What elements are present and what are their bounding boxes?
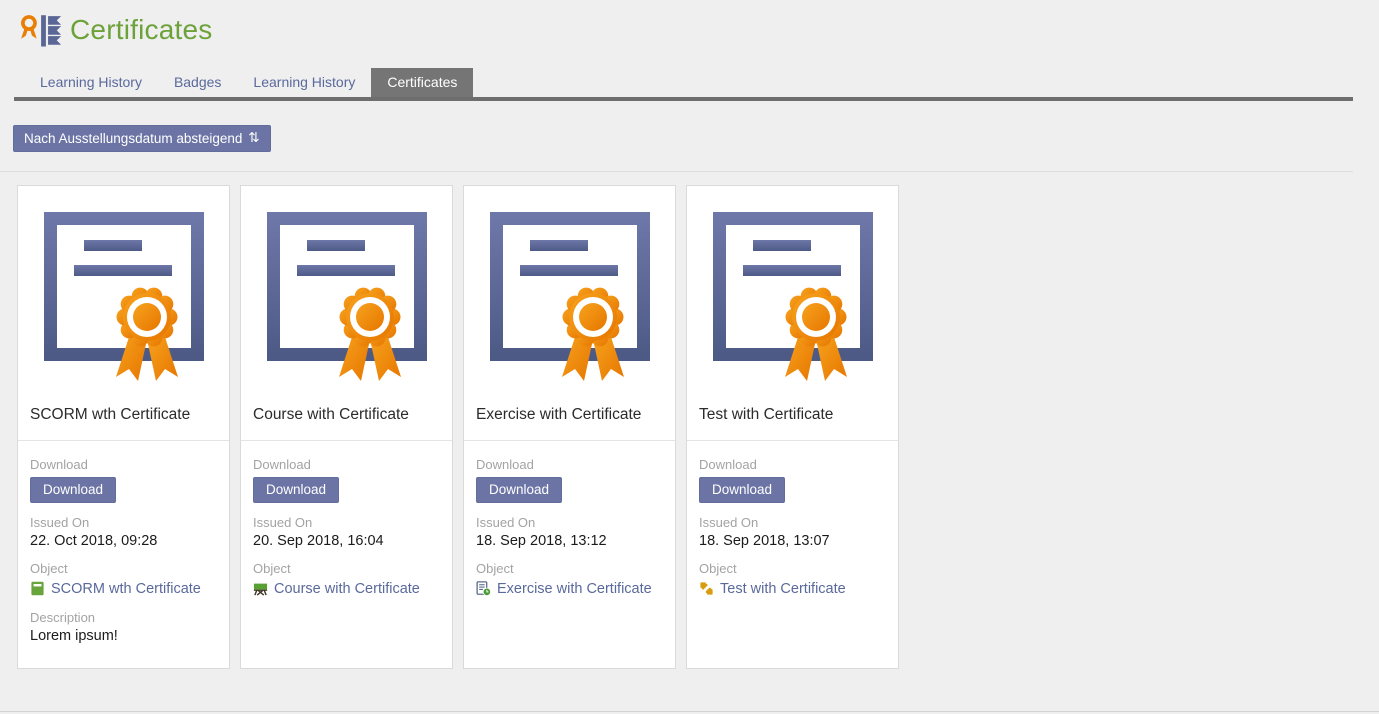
issued-on-label: Issued On [253,515,440,530]
description-value: Lorem ipsum! [30,628,217,644]
certificate-card: Exercise with Certificate Download Downl… [463,185,676,669]
object-label: Object [476,561,663,576]
certificate-card: Test with Certificate Download Download … [686,185,899,669]
object-link[interactable]: Exercise with Certificate [497,581,652,597]
description-label: Description [30,610,217,625]
certificate-image [241,186,452,390]
download-button[interactable]: Download [699,477,785,503]
exercise-icon [476,580,491,598]
card-title: Test with Certificate [687,390,898,441]
sortation-button[interactable]: Nach Ausstellungsdatum absteigend ⇅ [13,125,271,152]
download-label: Download [253,457,440,472]
tab-bar: Learning History Badges Learning History… [14,68,1353,101]
tab-learning-history-1[interactable]: Learning History [24,68,158,97]
page-header: Certificates [0,0,1379,54]
object-row: Course with Certificate [253,580,440,598]
issued-on-value: 20. Sep 2018, 16:04 [253,533,440,549]
issued-on-value: 18. Sep 2018, 13:07 [699,533,886,549]
footer-divider [0,711,1379,712]
card-properties: Download Download Issued On 18. Sep 2018… [687,441,898,668]
tab-badges[interactable]: Badges [158,68,237,97]
issued-on-label: Issued On [476,515,663,530]
object-label: Object [699,561,886,576]
card-title: Course with Certificate [241,390,452,441]
test-icon [699,580,714,598]
object-label: Object [30,561,217,576]
card-title: Exercise with Certificate [464,390,675,441]
page-title: Certificates [70,14,212,46]
download-button[interactable]: Download [253,477,339,503]
object-link[interactable]: Course with Certificate [274,581,420,597]
certificate-rosette-icon [267,212,427,388]
download-label: Download [30,457,217,472]
sortation-label: Nach Ausstellungsdatum absteigend [24,131,242,146]
issued-on-label: Issued On [30,515,217,530]
object-link[interactable]: SCORM wth Certificate [51,581,201,597]
object-row: Test with Certificate [699,580,886,598]
card-properties: Download Download Issued On 20. Sep 2018… [241,441,452,668]
issued-on-value: 18. Sep 2018, 13:12 [476,533,663,549]
scorm-icon [30,580,45,598]
download-label: Download [699,457,886,472]
certificate-image [687,186,898,390]
certificate-card: SCORM wth Certificate Download Download … [17,185,230,669]
certificate-card: Course with Certificate Download Downloa… [240,185,453,669]
sort-arrows-icon: ⇅ [248,130,259,146]
card-properties: Download Download Issued On 18. Sep 2018… [464,441,675,668]
object-row: SCORM wth Certificate [30,580,217,598]
object-link[interactable]: Test with Certificate [720,581,846,597]
certificate-card-deck: SCORM wth Certificate Download Download … [17,185,1379,669]
certificates-header-icon [15,10,62,50]
certificate-image [464,186,675,390]
object-label: Object [253,561,440,576]
download-label: Download [476,457,663,472]
object-row: Exercise with Certificate [476,580,663,598]
certificate-rosette-icon [713,212,873,388]
tab-certificates[interactable]: Certificates [371,68,473,97]
tab-learning-history-2[interactable]: Learning History [237,68,371,97]
card-properties: Download Download Issued On 22. Oct 2018… [18,441,229,668]
certificates-page: Certificates Learning History Badges Lea… [0,0,1379,714]
issued-on-value: 22. Oct 2018, 09:28 [30,533,217,549]
issued-on-label: Issued On [699,515,886,530]
card-title: SCORM wth Certificate [18,390,229,441]
download-button[interactable]: Download [30,477,116,503]
certificate-rosette-icon [44,212,204,388]
certificate-rosette-icon [490,212,650,388]
download-button[interactable]: Download [476,477,562,503]
toolbar-divider [0,171,1353,172]
toolbar: Nach Ausstellungsdatum absteigend ⇅ [13,125,1379,152]
course-icon [253,580,268,598]
certificate-image [18,186,229,390]
